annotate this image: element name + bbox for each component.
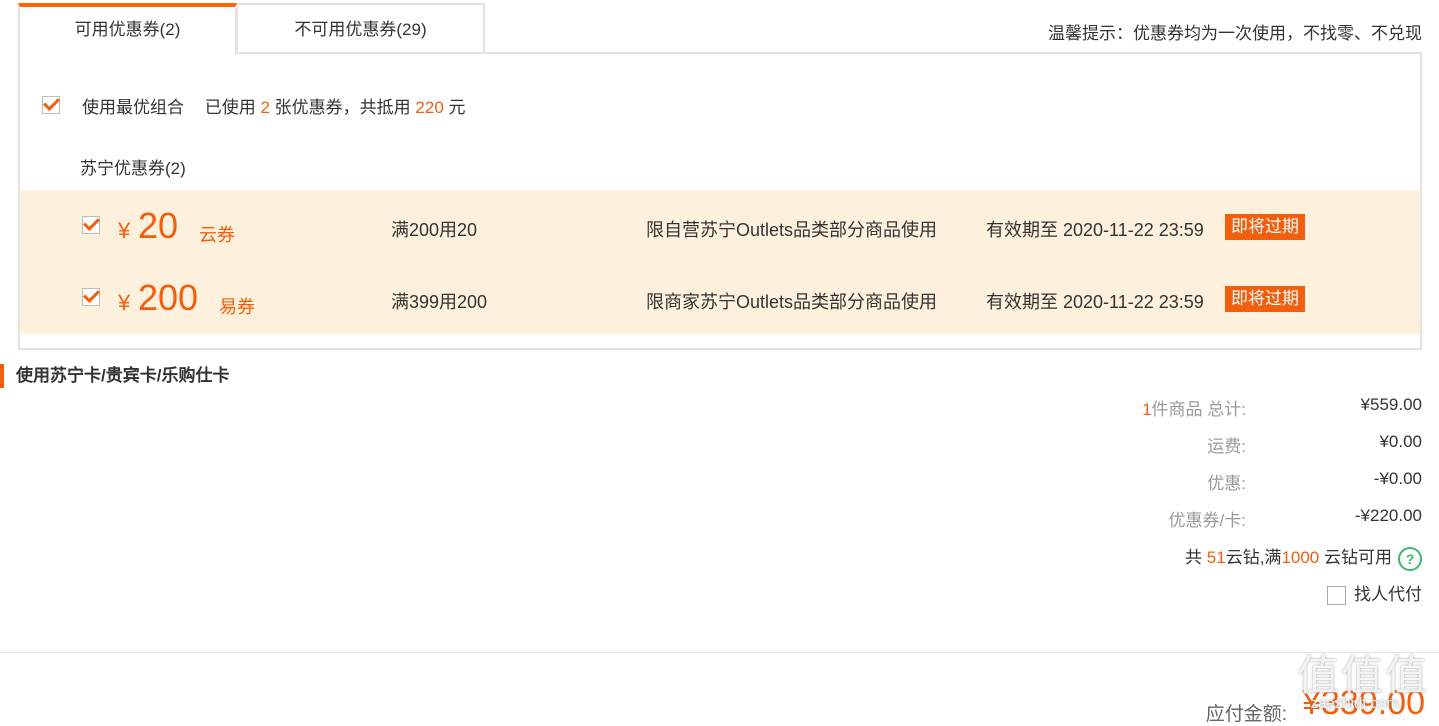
best-combo-checkbox[interactable] [42, 96, 60, 114]
used-count: 2 [260, 98, 270, 117]
diamond-prefix: 共 [1185, 548, 1203, 567]
coupon-tip: 温馨提示：优惠券均为一次使用，不找零、不兑现 [1048, 24, 1422, 43]
used-suffix: 元 [448, 98, 466, 117]
tab-available-label: 可用优惠券(2) [74, 20, 181, 39]
used-amount: 220 [415, 98, 444, 117]
diamond-row: 共 51云钻,满1000 云钻可用? [1185, 543, 1422, 571]
coupon-rule: 满200用20 [391, 220, 478, 240]
coupon-checkbox[interactable] [82, 216, 100, 234]
best-combo-row: 使用最优组合 已使用 2 张优惠券，共抵用 220 元 [82, 93, 466, 118]
items-count: 1 [1142, 400, 1152, 419]
discount-label: 优惠: [1207, 474, 1246, 493]
expiring-badge: 即将过期 [1225, 286, 1305, 312]
shipping-value: ¥0.00 [1379, 432, 1422, 451]
coupon-expiry: 有效期至 2020-11-22 23:59 [986, 220, 1204, 240]
proxy-pay-checkbox[interactable] [1327, 586, 1346, 606]
tab-unavailable-label: 不可用优惠券(29) [294, 20, 427, 39]
coupon-checkbox[interactable] [82, 288, 100, 306]
watermark-site: zaezhidt.com [1310, 695, 1399, 712]
divider [0, 652, 1439, 653]
best-combo-label: 使用最优组合 [82, 98, 184, 117]
items-label: 件商品 总计: [1151, 400, 1246, 419]
coupon-yen: ¥ [118, 218, 131, 243]
watermark-logo: 值值值 [1296, 652, 1429, 699]
discount-value: -¥0.00 [1373, 469, 1422, 488]
coupon-scope: 限商家苏宁Outlets品类部分商品使用 [646, 292, 938, 312]
coupon-amount: 200 [138, 277, 199, 318]
proxy-pay-row[interactable]: 找人代付 [1327, 580, 1422, 606]
tab-unavailable-coupons[interactable]: 不可用优惠券(29) [236, 3, 485, 53]
diamond-count: 51 [1206, 548, 1226, 567]
coupon-type: 云券 [199, 225, 235, 245]
items-total-label: 1件商品 总计: [1142, 395, 1246, 420]
tab-available-coupons[interactable]: 可用优惠券(2) [18, 3, 237, 55]
help-icon[interactable]: ? [1398, 546, 1422, 571]
coupon-panel: 使用最优组合 已使用 2 张优惠券，共抵用 220 元 苏宁优惠券(2) ¥ 2… [18, 52, 1422, 350]
proxy-pay-label: 找人代付 [1354, 585, 1422, 604]
coupon-row[interactable]: ¥ 20 云券 满200用20 限自营苏宁Outlets品类部分商品使用 有效期… [20, 190, 1420, 262]
diamond-threshold: 1000 [1281, 548, 1320, 567]
diamond-suffix: 云钻可用 [1324, 548, 1392, 567]
coupon-row[interactable]: ¥ 200 易券 满399用200 限商家苏宁Outlets品类部分商品使用 有… [20, 262, 1420, 334]
coupon-card-label: 优惠券/卡: [1168, 511, 1246, 530]
coupon-group-title: 苏宁优惠券(2) [80, 159, 186, 178]
diamond-mid: 云钻,满 [1225, 548, 1282, 567]
items-total-value: ¥559.00 [1360, 395, 1422, 414]
card-section-title[interactable]: 使用苏宁卡/贵宾卡/乐购仕卡 [0, 364, 229, 388]
used-prefix: 已使用 [204, 98, 256, 117]
coupon-yen: ¥ [118, 290, 131, 315]
coupon-expiry: 有效期至 2020-11-22 23:59 [986, 292, 1204, 312]
used-mid: 张优惠券，共抵用 [274, 98, 411, 117]
coupon-card-value: -¥220.00 [1354, 506, 1422, 525]
coupon-type: 易券 [219, 297, 255, 317]
shipping-label: 运费: [1207, 437, 1246, 456]
coupon-scope: 限自营苏宁Outlets品类部分商品使用 [646, 220, 938, 240]
coupon-amount: 20 [138, 205, 179, 246]
coupon-rule: 满399用200 [391, 292, 488, 312]
expiring-badge: 即将过期 [1225, 214, 1305, 240]
